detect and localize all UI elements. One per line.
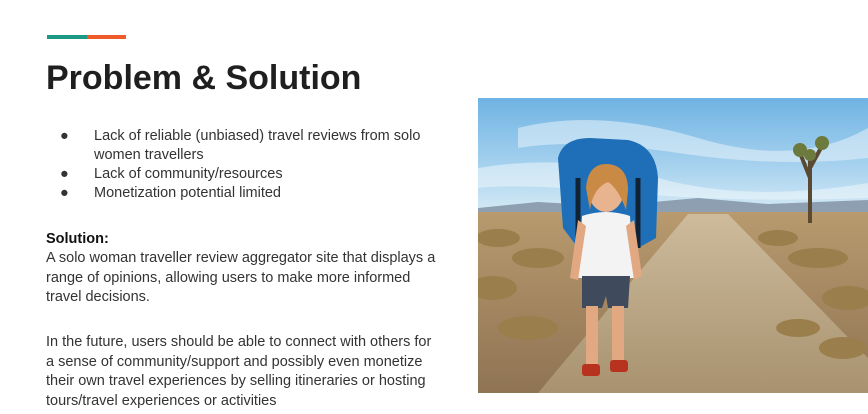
accent-bar	[47, 35, 126, 39]
hiker-shirt	[578, 212, 634, 278]
future-text: In the future, users should be able to c…	[46, 334, 432, 409]
slide-title: Problem & Solution	[46, 59, 362, 97]
problem-item: ● Lack of community/resources	[60, 165, 440, 184]
solution-text: A solo woman traveller review aggregator…	[46, 250, 436, 305]
solution-heading: Solution:	[46, 231, 109, 247]
problem-list: ● Lack of reliable (unbiased) travel rev…	[60, 127, 440, 203]
accent-bar-orange	[87, 35, 126, 39]
hiker-boot-left	[582, 364, 600, 376]
hiker-photo	[478, 98, 868, 393]
problem-text: Lack of reliable (unbiased) travel revie…	[94, 128, 421, 163]
bullet-icon: ●	[60, 185, 69, 201]
accent-bar-teal	[47, 35, 87, 39]
hiker-boot-right	[610, 360, 628, 372]
hiker-leg-right	[612, 306, 624, 362]
problem-text: Lack of community/resources	[94, 166, 283, 182]
hiker-leg-left	[586, 306, 598, 366]
bullet-icon: ●	[60, 128, 69, 144]
bullet-icon: ●	[60, 166, 69, 182]
problem-item: ● Monetization potential limited	[60, 184, 440, 203]
problem-text: Monetization potential limited	[94, 185, 281, 201]
problem-item: ● Lack of reliable (unbiased) travel rev…	[60, 127, 440, 165]
